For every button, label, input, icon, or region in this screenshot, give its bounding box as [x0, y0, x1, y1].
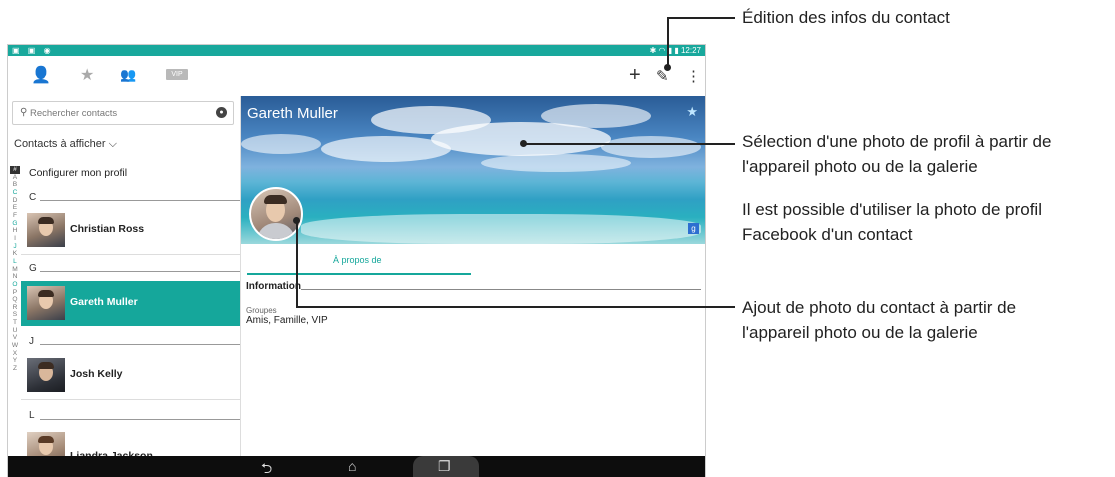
status-right: ✱ ◠ ▮ ▮ 12:27 [650, 45, 701, 56]
alphabet-index[interactable]: # A B C D E F G H I J K L M N O P Q R S T U V W X Y Z [10, 166, 20, 373]
row-divider [21, 399, 240, 400]
callout-photo-line2: l'appareil photo ou de la galerie [742, 323, 978, 342]
vip-tab-icon[interactable]: VIP [166, 69, 188, 80]
contact-name: Josh Kelly [70, 368, 123, 380]
add-contact-button[interactable]: + [629, 64, 641, 87]
callout-line [524, 143, 735, 145]
alphabet-letter[interactable]: # [10, 166, 20, 174]
avatar [27, 358, 65, 392]
navigation-bar: ⮌ ⌂ ❐ [8, 456, 705, 477]
alphabet-letter[interactable]: I [10, 235, 20, 243]
contact-list-panel: ⚲ Rechercher contacts ● Contacts à affic… [8, 96, 241, 466]
alphabet-letter[interactable]: K [10, 250, 20, 258]
section-divider [40, 200, 240, 201]
callout-facebook-line1: Il est possible d'utiliser la photo de p… [742, 200, 1042, 219]
alphabet-letter[interactable]: F [10, 212, 20, 220]
callout-line [667, 17, 735, 19]
callout-facebook-line2: Facebook d'un contact [742, 225, 913, 244]
callout-dot [520, 140, 527, 147]
alphabet-letter[interactable]: N [10, 273, 20, 281]
alphabet-letter[interactable]: C [10, 189, 20, 197]
favorites-tab-icon[interactable]: ★ [80, 65, 94, 85]
avatar [27, 286, 65, 320]
callout-cover-line2: l'appareil photo ou de la galerie [742, 157, 978, 176]
groups-tab-icon[interactable]: 👥 [120, 67, 136, 83]
tab-indicator [247, 273, 471, 275]
tablet-screen: ▣ ▣ ◉ ✱ ◠ ▮ ▮ 12:27 👤 ★ 👥 VIP + ✎ ⋮ ⚲ Re… [8, 45, 705, 477]
callout-dot [293, 217, 300, 224]
status-bar: ▣ ▣ ◉ ✱ ◠ ▮ ▮ 12:27 [8, 45, 705, 56]
recent-apps-icon[interactable]: ❐ [438, 458, 451, 475]
cover-photo[interactable]: Gareth Muller ★ g [241, 96, 705, 244]
section-header: G [29, 263, 37, 274]
callout-cover-line1: Sélection d'une photo de profil à partir… [742, 132, 1052, 151]
alphabet-letter[interactable]: H [10, 227, 20, 235]
contact-detail-panel: Gareth Muller ★ g À propos de Informatio… [241, 96, 705, 456]
microphone-icon[interactable]: ● [216, 107, 227, 118]
clock: 12:27 [680, 46, 701, 55]
contact-row[interactable]: Christian Ross [21, 209, 240, 251]
section-divider [40, 271, 240, 272]
contact-photo[interactable] [249, 187, 303, 241]
alphabet-letter[interactable]: G [10, 220, 20, 228]
contact-row-selected[interactable]: Gareth Muller [21, 281, 240, 326]
alphabet-letter[interactable]: B [10, 181, 20, 189]
callout-line [296, 220, 298, 308]
section-divider [40, 419, 240, 420]
alphabet-letter[interactable]: L [10, 258, 20, 266]
contacts-filter-dropdown[interactable]: Contacts à afficher ⌵ [14, 138, 117, 151]
section-header: J [29, 336, 34, 347]
alphabet-letter[interactable]: P [10, 289, 20, 297]
alphabet-letter[interactable]: W [10, 342, 20, 350]
avatar [27, 213, 65, 247]
overflow-menu-icon[interactable]: ⋮ [686, 67, 701, 85]
alphabet-letter[interactable]: R [10, 304, 20, 312]
alphabet-letter[interactable]: X [10, 350, 20, 358]
back-icon[interactable]: ⮌ [261, 458, 272, 477]
groups-value: Amis, Famille, VIP [246, 315, 328, 326]
search-input[interactable]: ⚲ Rechercher contacts ● [12, 101, 234, 125]
groups-label: Groupes [246, 306, 277, 315]
alphabet-letter[interactable]: U [10, 327, 20, 335]
action-bar: 👤 ★ 👥 VIP + ✎ ⋮ [8, 56, 705, 96]
callout-photo-line1: Ajout de photo du contact à partir de [742, 298, 1017, 317]
alphabet-letter[interactable]: Z [10, 365, 20, 373]
favorite-star-icon[interactable]: ★ [686, 104, 698, 120]
alphabet-letter[interactable]: T [10, 319, 20, 327]
contact-name: Christian Ross [70, 223, 145, 235]
search-placeholder: Rechercher contacts [30, 108, 118, 119]
google-plus-icon: g [688, 223, 699, 234]
callout-line [296, 306, 735, 308]
contact-name: Gareth Muller [70, 296, 138, 308]
information-heading: Information [246, 281, 301, 292]
section-divider [40, 344, 240, 345]
alphabet-letter[interactable]: E [10, 204, 20, 212]
contact-title: Gareth Muller [247, 105, 338, 122]
alphabet-letter[interactable]: A [10, 174, 20, 182]
row-divider [21, 254, 240, 255]
alphabet-letter[interactable]: Q [10, 296, 20, 304]
tab-about[interactable]: À propos de [333, 255, 382, 265]
alphabet-letter[interactable]: M [10, 266, 20, 274]
alphabet-letter[interactable]: V [10, 334, 20, 342]
alphabet-letter[interactable]: J [10, 243, 20, 251]
information-divider [301, 289, 701, 290]
contact-row[interactable]: Josh Kelly [21, 354, 240, 396]
alphabet-letter[interactable]: Y [10, 357, 20, 365]
callout-edit: Édition des infos du contact [742, 8, 950, 27]
section-header: L [29, 410, 35, 421]
search-icon: ⚲ [20, 107, 28, 118]
alphabet-letter[interactable]: O [10, 281, 20, 289]
callout-dot [664, 64, 671, 71]
contacts-tab-icon[interactable]: 👤 [31, 65, 51, 85]
alphabet-letter[interactable]: S [10, 311, 20, 319]
home-icon[interactable]: ⌂ [348, 458, 356, 474]
configure-profile-item[interactable]: Configurer mon profil [29, 167, 127, 179]
section-header: C [29, 192, 37, 203]
notification-icons: ▣ ▣ ◉ [12, 46, 54, 55]
callout-line [667, 18, 669, 68]
alphabet-letter[interactable]: D [10, 197, 20, 205]
system-icons: ✱ ◠ ▮ ▮ [649, 46, 679, 55]
